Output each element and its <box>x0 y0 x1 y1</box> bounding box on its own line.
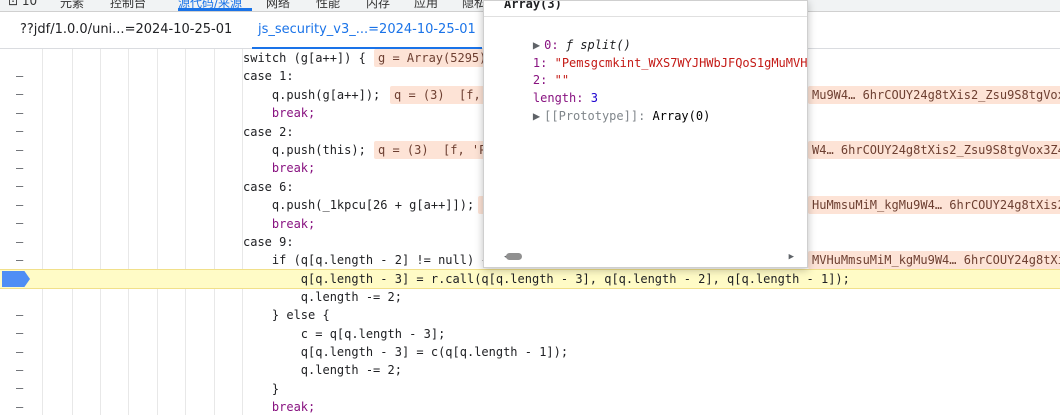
devtools-tab-network[interactable]: 网络 <box>266 0 290 11</box>
code-text: q[q.length - 3] = r.call(q[q.length - 3]… <box>243 272 850 286</box>
popover-entry[interactable]: length: 3 <box>504 73 598 105</box>
code-text: switch (g[a++]) { <box>243 51 366 65</box>
code-text: q.length -= 2; <box>243 290 402 304</box>
code-line[interactable]: – } <box>0 380 1060 414</box>
devtools-tab-application[interactable]: 应用 <box>414 0 438 11</box>
code-text: } else { <box>243 308 330 322</box>
active-tab-indicator <box>178 8 252 11</box>
entry-value: Array(0) <box>652 109 711 123</box>
code-line[interactable]: – } else { <box>0 306 1060 340</box>
code-text: break; <box>243 217 316 231</box>
inline-value: g = Array(5295) <box>374 49 491 67</box>
devtools-tab-console[interactable]: 控制台 <box>110 0 146 11</box>
file-tab-jdf-unify[interactable]: ??jdf/1.0.0/uni...=2024-10-25-01 <box>20 12 232 48</box>
entry-value: "Pemsgcmkint_WXS7WYJHWbJFQoS1gMuMVHuMms <box>554 56 808 70</box>
code-text: q.push(g[a++]); <box>243 88 381 102</box>
code-line[interactable]: – q.length -= 2; <box>0 288 1060 322</box>
code-text: q.push(_1kpcu[26 + g[a++]]); <box>243 198 475 212</box>
file-tab-label: ??jdf/1.0.0/uni...=2024-10-25-01 <box>20 22 233 37</box>
code-text: if (q[q.length - 2] != null) { <box>243 253 489 267</box>
code-text: q[q.length - 3] = c(q[q.length - 1]); <box>243 345 569 359</box>
inline-value: q = (3) [f, 'P <box>374 141 491 159</box>
popover-divider <box>484 16 807 17</box>
code-text: break; <box>243 400 316 414</box>
popover-entry[interactable]: 2: "" <box>504 55 569 87</box>
code-text: case 2: <box>243 125 294 139</box>
code-text: case 6: <box>243 180 294 194</box>
inline-value-tail: MVHuMmsuMiM_kgMu9W4… 6hrCOUY24g8tXis <box>808 251 1060 269</box>
horizontal-scrollbar[interactable]: ◀ ▶ <box>504 252 794 262</box>
code-line[interactable]: – break; <box>0 398 1060 415</box>
inline-value-tail: Mu9W4… 6hrCOUY24g8tXis2_Zsu9S8tgVox3Z <box>808 86 1060 104</box>
code-line[interactable]: – c = q[q.length - 3]; <box>0 325 1060 359</box>
file-tab-label: js_security_v3_...=2024-10-25-01 <box>258 22 476 37</box>
inline-value: q = (3) [f, <box>390 86 492 104</box>
code-text: break; <box>243 161 316 175</box>
popover-entry[interactable]: 1: "Pemsgcmkint_WXS7WYJHWbJFQoS1gMuMVHuM… <box>504 38 807 70</box>
code-text: q.length -= 2; <box>243 363 402 377</box>
popover-entry[interactable]: ▶ 0: ƒ split() <box>504 20 631 52</box>
code-text: q.push(this); <box>243 143 366 157</box>
scroll-right-arrow-icon[interactable]: ▶ <box>789 252 794 262</box>
popover-title: Array(3) <box>504 0 562 11</box>
inline-value-tail: HuMmsuMiM_kgMu9W4… 6hrCOUY24g8tXis2_ <box>808 196 1060 214</box>
file-tab-js-security[interactable]: js_security_v3_...=2024-10-25-01 <box>252 12 482 49</box>
current-execution-line[interactable]: q[q.length - 3] = r.call(q[q.length - 3]… <box>0 269 1060 289</box>
code-text: case 9: <box>243 235 294 249</box>
popover-entry[interactable]: ▶ [[Prototype]]: Array(0) <box>504 91 710 123</box>
object-preview-popover[interactable]: Array(3) ▶ 0: ƒ split() 1: "Pemsgcmkint_W… <box>483 0 808 268</box>
expand-triangle-icon[interactable]: ▶ <box>533 109 540 123</box>
code-text: c = q[q.length - 3]; <box>243 327 446 341</box>
devtools-tab-memory[interactable]: 内存 <box>366 0 390 11</box>
scrollbar-thumb[interactable] <box>506 253 522 260</box>
code-text: } <box>243 382 280 396</box>
entry-key: [[Prototype]] <box>544 109 639 123</box>
devtools-tab-performance[interactable]: 性能 <box>316 0 340 11</box>
code-line[interactable]: – q[q.length - 3] = c(q[q.length - 1]); <box>0 343 1060 377</box>
devtools-tab-icon[interactable]: ⊡ 10 <box>8 0 37 8</box>
code-text: break; <box>243 106 316 120</box>
inline-value-tail: W4… 6hrCOUY24g8tXis2_Zsu9S8tgVox3Z4 <box>808 141 1060 159</box>
code-line[interactable]: – q.length -= 2; <box>0 361 1060 395</box>
code-text: case 1: <box>243 69 294 83</box>
devtools-tab-elements[interactable]: 元素 <box>60 0 84 11</box>
breakpoint-marker[interactable] <box>2 271 30 287</box>
